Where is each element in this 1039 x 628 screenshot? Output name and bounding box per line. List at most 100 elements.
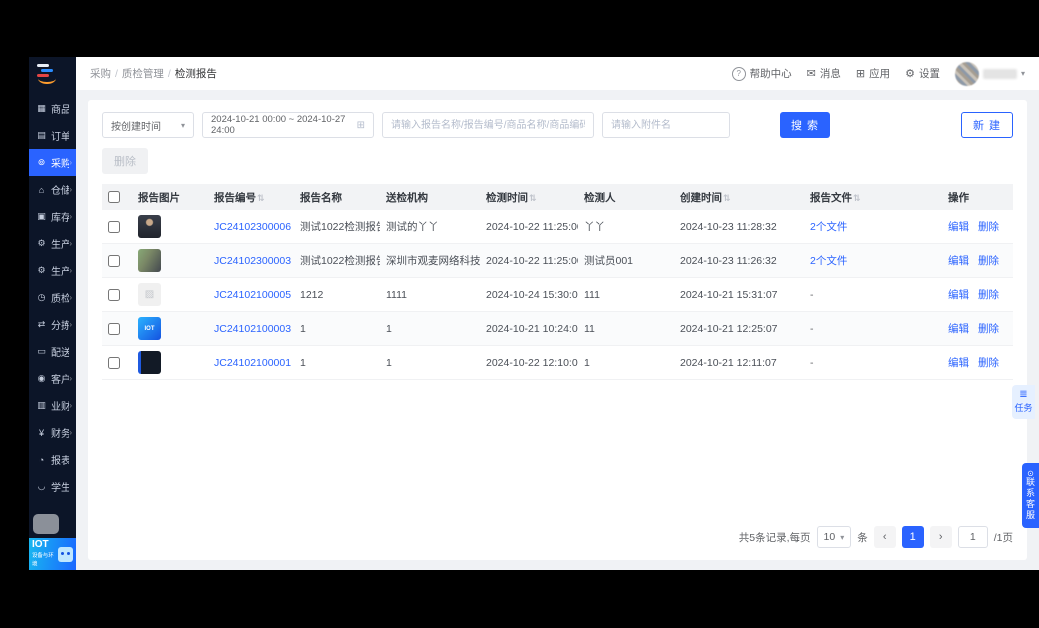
sidebar-item-customers[interactable]: ◉ 客户 › — [29, 365, 76, 392]
chevron-down-icon: ▾ — [840, 532, 845, 542]
page-1-button[interactable]: 1 — [901, 526, 924, 548]
created-time: 2024-10-23 11:28:32 — [674, 210, 804, 244]
messages-button[interactable]: ✉ 消息 — [807, 66, 841, 81]
sidebar-item-warehouse[interactable]: ⌂ 仓储 › — [29, 176, 76, 203]
edit-link[interactable]: 编辑 — [948, 357, 969, 369]
screen: ▦ 商品 › ▤ 订单 › ⊚ 采购 › ⌂ 仓储 › ▣ 库存 › ⚙ 生产 … — [0, 0, 1039, 628]
sort-icon[interactable]: ⇅ — [529, 193, 537, 203]
attachment-name-input[interactable] — [602, 112, 730, 138]
production-2-icon: ⚙ — [37, 265, 46, 275]
sidebar-item-purchase[interactable]: ⊚ 采购 › — [29, 149, 76, 176]
report-files-link[interactable]: 2个文件 — [810, 221, 847, 233]
total-records-text: 共5条记录,每页 — [738, 531, 811, 544]
report-image[interactable] — [138, 249, 161, 272]
sidebar-item-production-1[interactable]: ⚙ 生产 › — [29, 230, 76, 257]
pagination: 共5条记录,每页 10 ▾ 条 ‹ 1 › /1页 — [102, 518, 1013, 548]
sidebar: ▦ 商品 › ▤ 订单 › ⊚ 采购 › ⌂ 仓储 › ▣ 库存 › ⚙ 生产 … — [29, 57, 76, 570]
page-total-suffix: /1页 — [993, 531, 1013, 544]
row-checkbox[interactable] — [108, 254, 120, 267]
report-image[interactable] — [138, 351, 161, 374]
page-size-select[interactable]: 10 ▾ — [816, 526, 852, 548]
inspection-org: 1111 — [380, 277, 480, 312]
report-id-link[interactable]: JC24102300003 — [214, 255, 291, 267]
bulk-delete-button[interactable]: 删除 — [102, 148, 148, 174]
breadcrumb: 采购 / 质检管理 / 检测报告 — [90, 68, 217, 80]
sidebar-item-student-meal[interactable]: ◡ 学生餐 › — [29, 473, 76, 500]
page-jump-input[interactable] — [957, 526, 988, 548]
sidebar-item-reports[interactable]: ◔ 报表 › — [29, 446, 76, 473]
report-id-link[interactable]: JC24102100005 — [214, 289, 291, 301]
delete-link[interactable]: 删除 — [978, 221, 999, 233]
col-report-id[interactable]: 报告编号⇅ — [208, 184, 294, 210]
sort-icon[interactable]: ⇅ — [723, 193, 731, 203]
chevron-right-icon: › — [69, 401, 72, 410]
col-test-time[interactable]: 检测时间⇅ — [480, 184, 578, 210]
row-checkbox[interactable] — [108, 220, 120, 233]
sidebar-item-stock[interactable]: ▣ 库存 › — [29, 203, 76, 230]
task-panel-tab[interactable]: ≣ 任务 — [1012, 385, 1035, 419]
iot-brand-sub: 设备与环境 — [32, 553, 54, 568]
stock-icon: ▣ — [37, 211, 46, 221]
orders-icon: ▤ — [37, 130, 46, 140]
report-name: 1212 — [294, 277, 380, 312]
sort-icon[interactable]: ⇅ — [853, 193, 861, 203]
row-checkbox[interactable] — [108, 288, 120, 301]
row-checkbox[interactable] — [108, 356, 120, 369]
delete-link[interactable]: 删除 — [978, 255, 999, 267]
sort-icon[interactable]: ⇅ — [257, 193, 265, 203]
tester: 11 — [578, 311, 674, 346]
keyword-search-input[interactable] — [382, 112, 594, 138]
help-center-button[interactable]: ? 帮助中心 — [731, 66, 792, 81]
report-id-link[interactable]: JC24102300006 — [214, 221, 291, 233]
report-id-link[interactable]: JC24102100003 — [214, 323, 291, 335]
edit-link[interactable]: 编辑 — [948, 289, 969, 301]
prev-page-button[interactable]: ‹ — [873, 526, 896, 548]
col-created-time[interactable]: 创建时间⇅ — [674, 184, 804, 210]
delete-link[interactable]: 删除 — [978, 289, 999, 301]
sidebar-item-orders[interactable]: ▤ 订单 › — [29, 122, 76, 149]
apps-button[interactable]: ⊞ 应用 — [856, 66, 890, 81]
report-image[interactable]: IOT — [138, 317, 161, 340]
edit-link[interactable]: 编辑 — [948, 255, 969, 267]
create-button[interactable]: 新 建 — [960, 112, 1013, 138]
report-image[interactable] — [138, 215, 161, 238]
chevron-right-icon: › — [69, 293, 72, 302]
date-range-input[interactable]: 2024-10-21 00:00 ~ 2024-10-27 24:00 ⊞ — [202, 112, 374, 138]
user-menu[interactable]: ▾ — [954, 61, 1025, 86]
sidebar-item-finance[interactable]: ¥ 财务 › — [29, 419, 76, 446]
delete-link[interactable]: 删除 — [978, 357, 999, 369]
report-id-link[interactable]: JC24102100001 — [214, 357, 291, 369]
content-area: 按创建时间 ▾ 2024-10-21 00:00 ~ 2024-10-27 24… — [76, 90, 1039, 570]
col-report-files[interactable]: 报告文件⇅ — [804, 184, 942, 210]
table-header-row: 报告图片 报告编号⇅ 报告名称 送检机构 检测时间⇅ 检测人 创建时间⇅ 报告文… — [102, 184, 1013, 210]
biz-finance-icon: ▥ — [37, 400, 46, 410]
edit-link[interactable]: 编辑 — [948, 221, 969, 233]
sidebar-item-biz-finance[interactable]: ▥ 业财 › — [29, 392, 76, 419]
report-files-link[interactable]: 2个文件 — [810, 255, 847, 267]
chevron-right-icon: › — [69, 185, 72, 194]
inspection-org: 深圳市观麦网络科技 — [380, 243, 480, 278]
report-image[interactable]: ▨ — [138, 283, 161, 306]
row-checkbox[interactable] — [108, 322, 120, 335]
sidebar-item-production-2[interactable]: ⚙ 生产 › — [29, 257, 76, 284]
settings-button[interactable]: ⚙ 设置 — [905, 66, 940, 81]
breadcrumb-qc-management[interactable]: 质检管理 — [122, 68, 164, 80]
next-page-button[interactable]: › — [929, 526, 952, 548]
report-table: 报告图片 报告编号⇅ 报告名称 送检机构 检测时间⇅ 检测人 创建时间⇅ 报告文… — [102, 184, 1013, 380]
search-button[interactable]: 搜 索 — [780, 112, 831, 138]
app-window: ▦ 商品 › ▤ 订单 › ⊚ 采购 › ⌂ 仓储 › ▣ 库存 › ⚙ 生产 … — [29, 57, 1039, 570]
delete-link[interactable]: 删除 — [978, 323, 999, 335]
sidebar-item-goods[interactable]: ▦ 商品 › — [29, 95, 76, 122]
filter-type-select[interactable]: 按创建时间 ▾ — [102, 112, 194, 138]
edit-link[interactable]: 编辑 — [948, 323, 969, 335]
contact-service-tab[interactable]: ⊙ 联系客服 — [1022, 463, 1039, 528]
inspection-org: 1 — [380, 311, 480, 346]
sidebar-item-qc[interactable]: ◷ 质检 › — [29, 284, 76, 311]
report-table-body: JC24102300006 测试1022检测报告 测试的丫丫 2024-10-2… — [102, 210, 1013, 380]
select-all-checkbox[interactable] — [108, 191, 120, 204]
report-name: 测试1022检测报告 — [294, 243, 380, 278]
sidebar-item-delivery[interactable]: ▭ 配送 › — [29, 338, 76, 365]
sidebar-item-sorting[interactable]: ⇄ 分拣 › — [29, 311, 76, 338]
test-time: 2024-10-22 11:25:00 — [480, 243, 578, 278]
breadcrumb-purchase[interactable]: 采购 — [90, 68, 111, 80]
